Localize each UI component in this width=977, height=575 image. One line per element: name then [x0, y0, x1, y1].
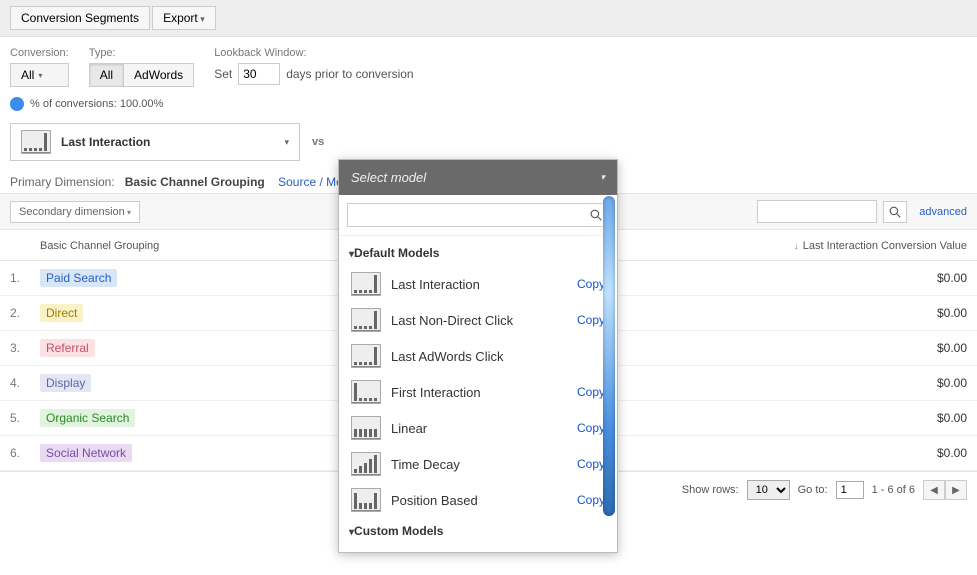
prev-page-button[interactable]: ◀	[923, 480, 945, 500]
model-item-time-decay[interactable]: Time Decay Copy	[339, 446, 617, 482]
sort-desc-icon: ↓	[794, 241, 799, 252]
row-index: 1.	[0, 261, 30, 296]
channel-chip: Display	[40, 374, 91, 392]
position-based-icon	[351, 488, 381, 512]
page-range: 1 - 6 of 6	[872, 484, 915, 496]
conversion-percent-icon	[10, 97, 24, 111]
next-page-button[interactable]: ▶	[945, 480, 967, 500]
lookback-set-label: Set	[214, 67, 232, 81]
conversion-value: $0.00	[612, 331, 977, 366]
last-interaction-icon	[21, 130, 51, 154]
model-item-last-adwords[interactable]: Last AdWords Click	[339, 338, 617, 374]
channel-chip: Organic Search	[40, 409, 135, 427]
chevron-down-icon: ▾	[284, 137, 289, 148]
model-item-label: Position Based	[391, 493, 567, 508]
model-item-label: First Interaction	[391, 385, 567, 400]
conversion-value: $0.00	[612, 366, 977, 401]
model-selector-row: Last Interaction ▾ vs	[10, 123, 967, 161]
lookback-days-input[interactable]	[238, 63, 280, 85]
export-button[interactable]: Export	[152, 6, 216, 30]
row-index: 6.	[0, 436, 30, 471]
selected-model-label: Last Interaction	[61, 135, 150, 149]
model-item-label: Last Non-Direct Click	[391, 313, 567, 328]
col-conversion-value[interactable]: ↓Last Interaction Conversion Value	[612, 232, 977, 261]
model-item-first-interaction[interactable]: First Interaction Copy	[339, 374, 617, 410]
conversion-segments-button[interactable]: Conversion Segments	[10, 6, 150, 30]
type-label: Type:	[89, 47, 194, 59]
first-interaction-icon	[351, 380, 381, 404]
model-item-label: Time Decay	[391, 457, 567, 472]
row-index: 3.	[0, 331, 30, 366]
model-item-label: Linear	[391, 421, 567, 436]
table-search-input[interactable]	[757, 200, 877, 223]
model-item-position-based[interactable]: Position Based Copy	[339, 482, 617, 518]
section-default-models: Default Models	[339, 240, 617, 266]
conversion-value: $0.00	[612, 436, 977, 471]
copy-link[interactable]: Copy	[577, 277, 605, 291]
filter-controls: Conversion: All Type: All AdWords Lookba…	[0, 37, 977, 93]
model-item-last-interaction[interactable]: Last Interaction Copy	[339, 266, 617, 302]
row-index: 4.	[0, 366, 30, 401]
channel-chip: Referral	[40, 339, 95, 357]
conversion-percent-label: % of conversions: 100.00%	[30, 98, 163, 110]
scrollbar-thumb[interactable]	[603, 196, 615, 516]
channel-chip: Direct	[40, 304, 83, 322]
last-adwords-icon	[351, 344, 381, 368]
row-index: 2.	[0, 296, 30, 331]
copy-link[interactable]: Copy	[577, 385, 605, 399]
goto-input[interactable]	[836, 481, 864, 499]
lookback-label: Lookback Window:	[214, 47, 413, 59]
primary-dimension-label: Primary Dimension:	[10, 175, 115, 189]
select-model-dropdown: Select model ▾ Default Models Last Inter…	[338, 159, 618, 553]
conversion-all-button[interactable]: All	[10, 63, 69, 87]
advanced-link[interactable]: advanced	[919, 206, 967, 218]
model-item-label: Last Interaction	[391, 277, 567, 292]
time-decay-icon	[351, 452, 381, 476]
secondary-dimension-button[interactable]: Secondary dimension	[10, 201, 140, 223]
show-rows-select[interactable]: 10	[747, 480, 790, 500]
model-item-last-non-direct[interactable]: Last Non-Direct Click Copy	[339, 302, 617, 338]
chevron-down-icon: ▾	[600, 172, 605, 183]
copy-link[interactable]: Copy	[577, 493, 605, 507]
lookback-suffix-label: days prior to conversion	[286, 67, 413, 81]
type-adwords-button[interactable]: AdWords	[124, 63, 194, 87]
conversion-label: Conversion:	[10, 47, 69, 59]
selected-model-chip[interactable]: Last Interaction ▾	[10, 123, 300, 161]
primary-dimension-selected[interactable]: Basic Channel Grouping	[125, 175, 265, 189]
conversion-value: $0.00	[612, 261, 977, 296]
copy-link[interactable]: Copy	[577, 457, 605, 471]
copy-link[interactable]: Copy	[577, 421, 605, 435]
conversion-percent-bar: % of conversions: 100.00%	[10, 97, 967, 111]
select-model-search-input[interactable]	[348, 204, 584, 226]
select-model-header[interactable]: Select model ▾	[339, 160, 617, 195]
show-rows-label: Show rows:	[682, 484, 739, 496]
last-non-direct-icon	[351, 308, 381, 332]
col-channel[interactable]: Basic Channel Grouping	[30, 232, 293, 261]
vs-label: vs	[312, 136, 324, 148]
type-all-button[interactable]: All	[89, 63, 124, 87]
conversion-value: $0.00	[612, 401, 977, 436]
row-index: 5.	[0, 401, 30, 436]
top-toolbar: Conversion Segments Export	[0, 0, 977, 37]
copy-link[interactable]: Copy	[577, 313, 605, 327]
linear-icon	[351, 416, 381, 440]
search-icon[interactable]	[883, 201, 907, 223]
last-interaction-icon	[351, 272, 381, 296]
goto-label: Go to:	[798, 484, 828, 496]
conversion-value: $0.00	[612, 296, 977, 331]
select-model-list: Default Models Last Interaction Copy Las…	[339, 236, 617, 552]
section-custom-models: Custom Models	[339, 518, 617, 544]
channel-chip: Social Network	[40, 444, 132, 462]
model-item-linear[interactable]: Linear Copy	[339, 410, 617, 446]
channel-chip: Paid Search	[40, 269, 117, 287]
select-model-title: Select model	[351, 170, 426, 185]
model-item-label: Last AdWords Click	[391, 349, 595, 364]
